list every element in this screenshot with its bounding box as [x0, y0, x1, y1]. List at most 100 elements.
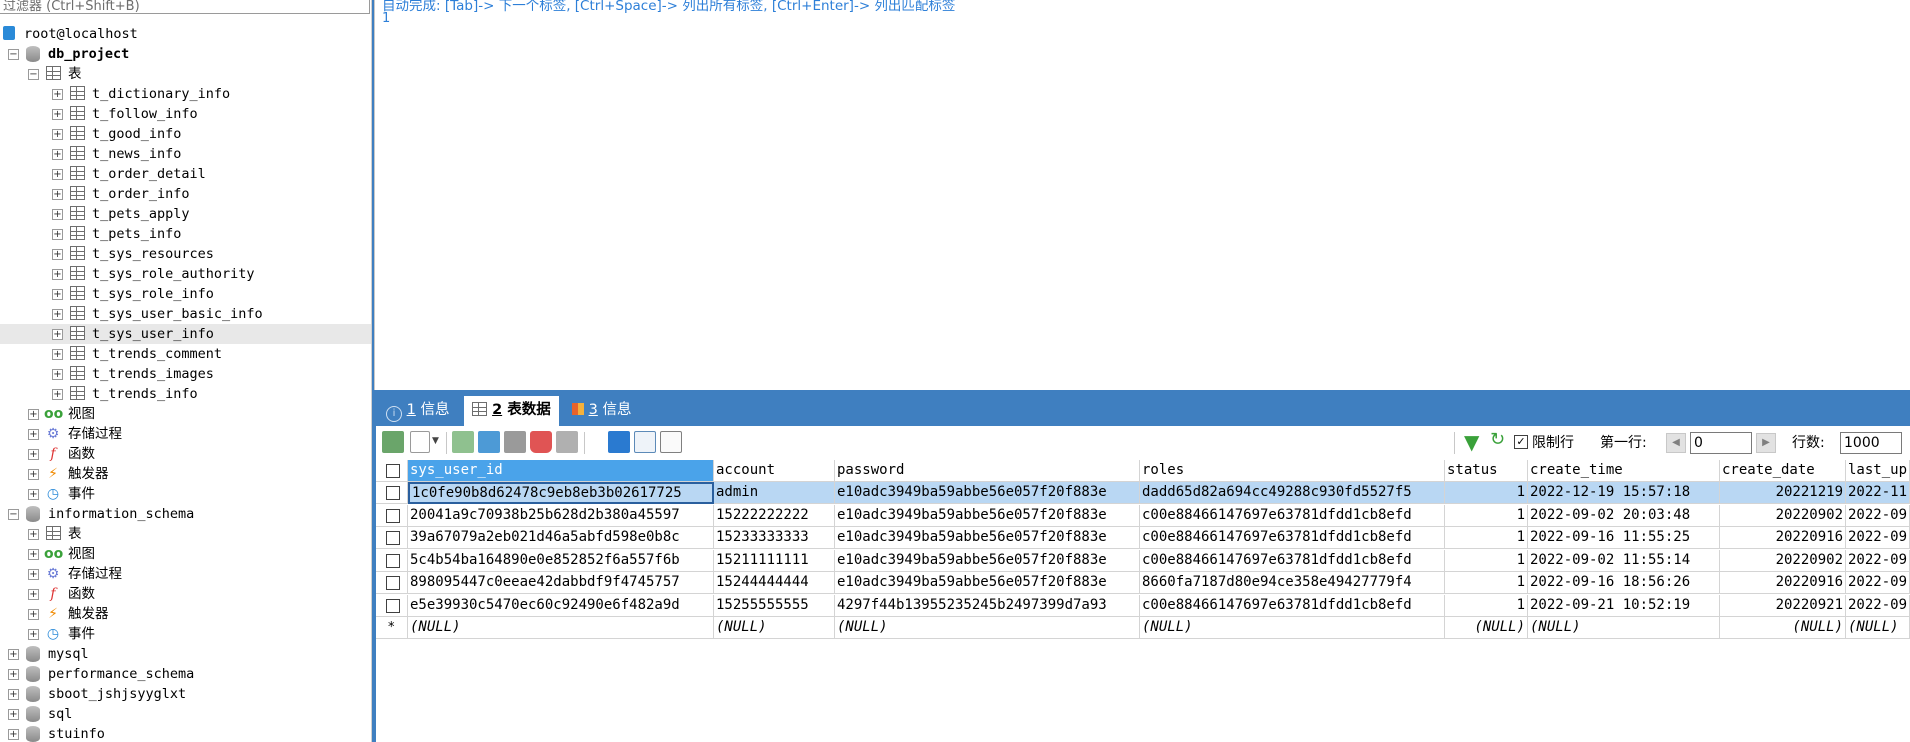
grid-cell-create_date[interactable]: 20221219	[1720, 482, 1846, 504]
null-cell[interactable]: (NULL)	[714, 617, 835, 639]
grid-cell-last_up[interactable]: 2022-09	[1846, 527, 1910, 549]
form-view-icon[interactable]	[634, 431, 656, 453]
grid-cell-sys_user_id[interactable]: 1c0fe90b8d62478c9eb8eb3b02617725	[408, 482, 714, 504]
collapse-icon[interactable]: −	[8, 509, 19, 520]
tree-table-t_sys_user_info[interactable]: + t_sys_user_info	[0, 324, 371, 344]
tree-db-sboot_jshjsyyglxt[interactable]: + sboot_jshjsyyglxt	[0, 684, 371, 704]
tree-table-t_follow_info[interactable]: + t_follow_info	[0, 104, 371, 124]
grid-cell-password[interactable]: e10adc3949ba59abbe56e057f20f883e	[835, 572, 1140, 594]
first-row-input[interactable]: 0	[1690, 432, 1752, 454]
expand-icon[interactable]: +	[28, 629, 39, 640]
filter-input[interactable]: 过滤器 (Ctrl+Shift+B)	[0, 0, 370, 14]
filter-icon[interactable]: ▼	[1464, 432, 1479, 452]
tree-table-t_news_info[interactable]: + t_news_info	[0, 144, 371, 164]
tree-triggers[interactable]: + ⚡ 触发器	[0, 604, 371, 624]
grid-cell-roles[interactable]: 8660fa7187d80e94ce358e49427779f4	[1140, 572, 1445, 594]
expand-icon[interactable]: +	[8, 689, 19, 700]
grid-cell-password[interactable]: e10adc3949ba59abbe56e057f20f883e	[835, 482, 1140, 504]
grid-cell-account[interactable]: 15244444444	[714, 572, 835, 594]
delete-icon[interactable]	[530, 431, 552, 453]
expand-icon[interactable]: +	[28, 529, 39, 540]
row-checkbox[interactable]	[386, 599, 400, 613]
row-selector[interactable]	[376, 505, 408, 527]
grid-cell-password[interactable]: e10adc3949ba59abbe56e057f20f883e	[835, 505, 1140, 527]
save-icon[interactable]	[504, 431, 526, 453]
null-cell[interactable]: (NULL)	[1528, 617, 1720, 639]
tree-table-t_pets_apply[interactable]: + t_pets_apply	[0, 204, 371, 224]
column-header-last_up[interactable]: last_up	[1846, 460, 1910, 482]
grid-cell-create_date[interactable]: 20220921	[1720, 595, 1846, 617]
expand-icon[interactable]: +	[8, 669, 19, 680]
query-editor[interactable]	[374, 0, 1910, 390]
null-cell[interactable]: (NULL)	[1846, 617, 1910, 639]
chevron-down-icon[interactable]: ▼	[432, 436, 439, 446]
grid-cell-status[interactable]: 1	[1445, 482, 1528, 504]
expand-icon[interactable]: +	[52, 189, 63, 200]
next-page-button[interactable]: ▶	[1756, 433, 1776, 453]
grid-cell-roles[interactable]: c00e88466147697e63781dfdd1cb8efd	[1140, 527, 1445, 549]
grid-cell-create_time[interactable]: 2022-09-02 20:03:48	[1528, 505, 1720, 527]
row-selector[interactable]: *	[376, 617, 408, 639]
grid-cell-last_up[interactable]: 2022-09	[1846, 595, 1910, 617]
collapse-icon[interactable]: −	[8, 49, 19, 60]
grid-cell-last_up[interactable]: 2022-09	[1846, 505, 1910, 527]
row-checkbox[interactable]	[386, 509, 400, 523]
tree-table-t_order_detail[interactable]: + t_order_detail	[0, 164, 371, 184]
grid-cell-create_date[interactable]: 20220916	[1720, 572, 1846, 594]
expand-icon[interactable]: +	[28, 449, 39, 460]
tree-events[interactable]: + ◷ 事件	[0, 484, 371, 504]
grid-cell-create_date[interactable]: 20220916	[1720, 527, 1846, 549]
prev-page-button[interactable]: ◀	[1666, 433, 1686, 453]
row-selector[interactable]	[376, 527, 408, 549]
expand-icon[interactable]: +	[8, 709, 19, 720]
tree-db-information-schema[interactable]: − information_schema	[0, 504, 371, 524]
tab-table-data[interactable]: 2 表数据	[464, 396, 559, 426]
tree-db-performance_schema[interactable]: + performance_schema	[0, 664, 371, 684]
tree-procedures[interactable]: + ⚙ 存储过程	[0, 564, 371, 584]
grid-cell-last_up[interactable]: 2022-11	[1846, 482, 1910, 504]
tree-table-t_sys_role_authority[interactable]: + t_sys_role_authority	[0, 264, 371, 284]
column-header-create_time[interactable]: create_time	[1528, 460, 1720, 482]
rows-count-input[interactable]: 1000	[1840, 432, 1902, 454]
grid-cell-status[interactable]: 1	[1445, 505, 1528, 527]
tree-tables-folder[interactable]: − 表	[0, 64, 371, 84]
grid-cell-create_time[interactable]: 2022-09-16 11:55:25	[1528, 527, 1720, 549]
column-header-password[interactable]: password	[835, 460, 1140, 482]
grid-cell-sys_user_id[interactable]: e5e39930c5470ec60c92490e6f482a9d	[408, 595, 714, 617]
grid-cell-account[interactable]: 15222222222	[714, 505, 835, 527]
grid-cell-account[interactable]: 15233333333	[714, 527, 835, 549]
column-header-account[interactable]: account	[714, 460, 835, 482]
expand-icon[interactable]: +	[8, 729, 19, 740]
expand-icon[interactable]: +	[52, 229, 63, 240]
grid-cell-account[interactable]: admin	[714, 482, 835, 504]
grid-cell-status[interactable]: 1	[1445, 572, 1528, 594]
tree-table-t_pets_info[interactable]: + t_pets_info	[0, 224, 371, 244]
add-row-icon[interactable]	[452, 431, 474, 453]
null-cell[interactable]: (NULL)	[1140, 617, 1445, 639]
tree-table-t_order_info[interactable]: + t_order_info	[0, 184, 371, 204]
null-cell[interactable]: (NULL)	[1445, 617, 1528, 639]
expand-icon[interactable]: +	[28, 589, 39, 600]
column-header-status[interactable]: status	[1445, 460, 1528, 482]
text-view-icon[interactable]	[660, 431, 682, 453]
expand-icon[interactable]: +	[52, 349, 63, 360]
grid-cell-last_up[interactable]: 2022-09	[1846, 572, 1910, 594]
grid-cell-status[interactable]: 1	[1445, 550, 1528, 572]
row-selector[interactable]	[376, 482, 408, 504]
expand-icon[interactable]: +	[52, 269, 63, 280]
tree-table-t_sys_role_info[interactable]: + t_sys_role_info	[0, 284, 371, 304]
tree-connection[interactable]: root@localhost	[0, 24, 371, 44]
row-selector[interactable]	[376, 550, 408, 572]
expand-icon[interactable]: +	[8, 649, 19, 660]
grid-cell-account[interactable]: 15255555555	[714, 595, 835, 617]
column-header-roles[interactable]: roles	[1140, 460, 1445, 482]
grid-cell-create_time[interactable]: 2022-09-16 18:56:26	[1528, 572, 1720, 594]
reset-filter-icon[interactable]: ↻	[1490, 430, 1505, 450]
tree-db-stuinfo[interactable]: + stuinfo	[0, 724, 371, 742]
grid-cell-roles[interactable]: c00e88466147697e63781dfdd1cb8efd	[1140, 505, 1445, 527]
grid-cell-create_time[interactable]: 2022-09-02 11:55:14	[1528, 550, 1720, 572]
tree-events[interactable]: + ◷ 事件	[0, 624, 371, 644]
row-selector[interactable]	[376, 572, 408, 594]
grid-cell-password[interactable]: e10adc3949ba59abbe56e057f20f883e	[835, 550, 1140, 572]
expand-icon[interactable]: +	[52, 389, 63, 400]
